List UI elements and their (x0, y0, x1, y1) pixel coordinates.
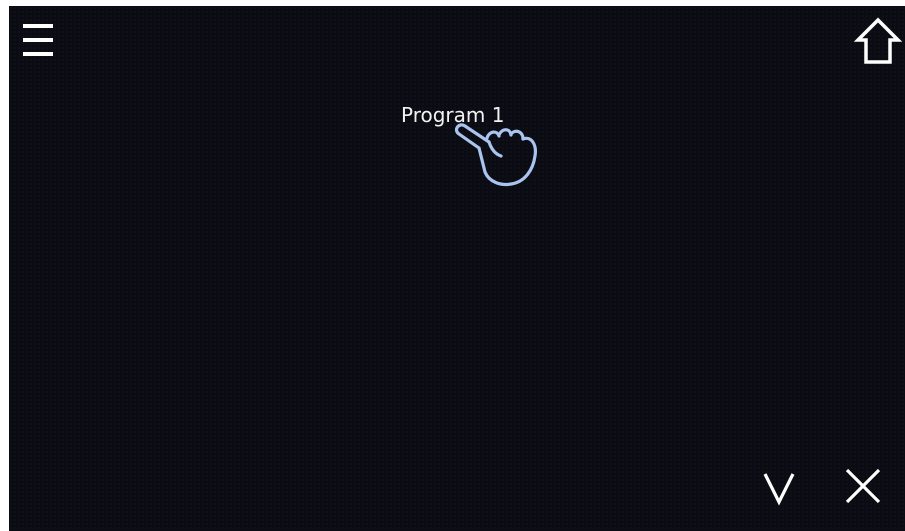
close-button[interactable] (841, 464, 885, 508)
chevron-down-icon (763, 473, 795, 506)
hamburger-menu-icon (23, 24, 53, 56)
program-list-item[interactable]: Program 1 (401, 102, 504, 128)
program-item-label: Program 1 (401, 103, 505, 127)
menu-button[interactable] (21, 22, 55, 58)
close-x-icon (845, 468, 881, 504)
home-button[interactable] (853, 16, 903, 66)
device-screen: Program 1 (9, 6, 905, 531)
confirm-button[interactable] (759, 464, 799, 508)
home-icon (853, 17, 903, 64)
